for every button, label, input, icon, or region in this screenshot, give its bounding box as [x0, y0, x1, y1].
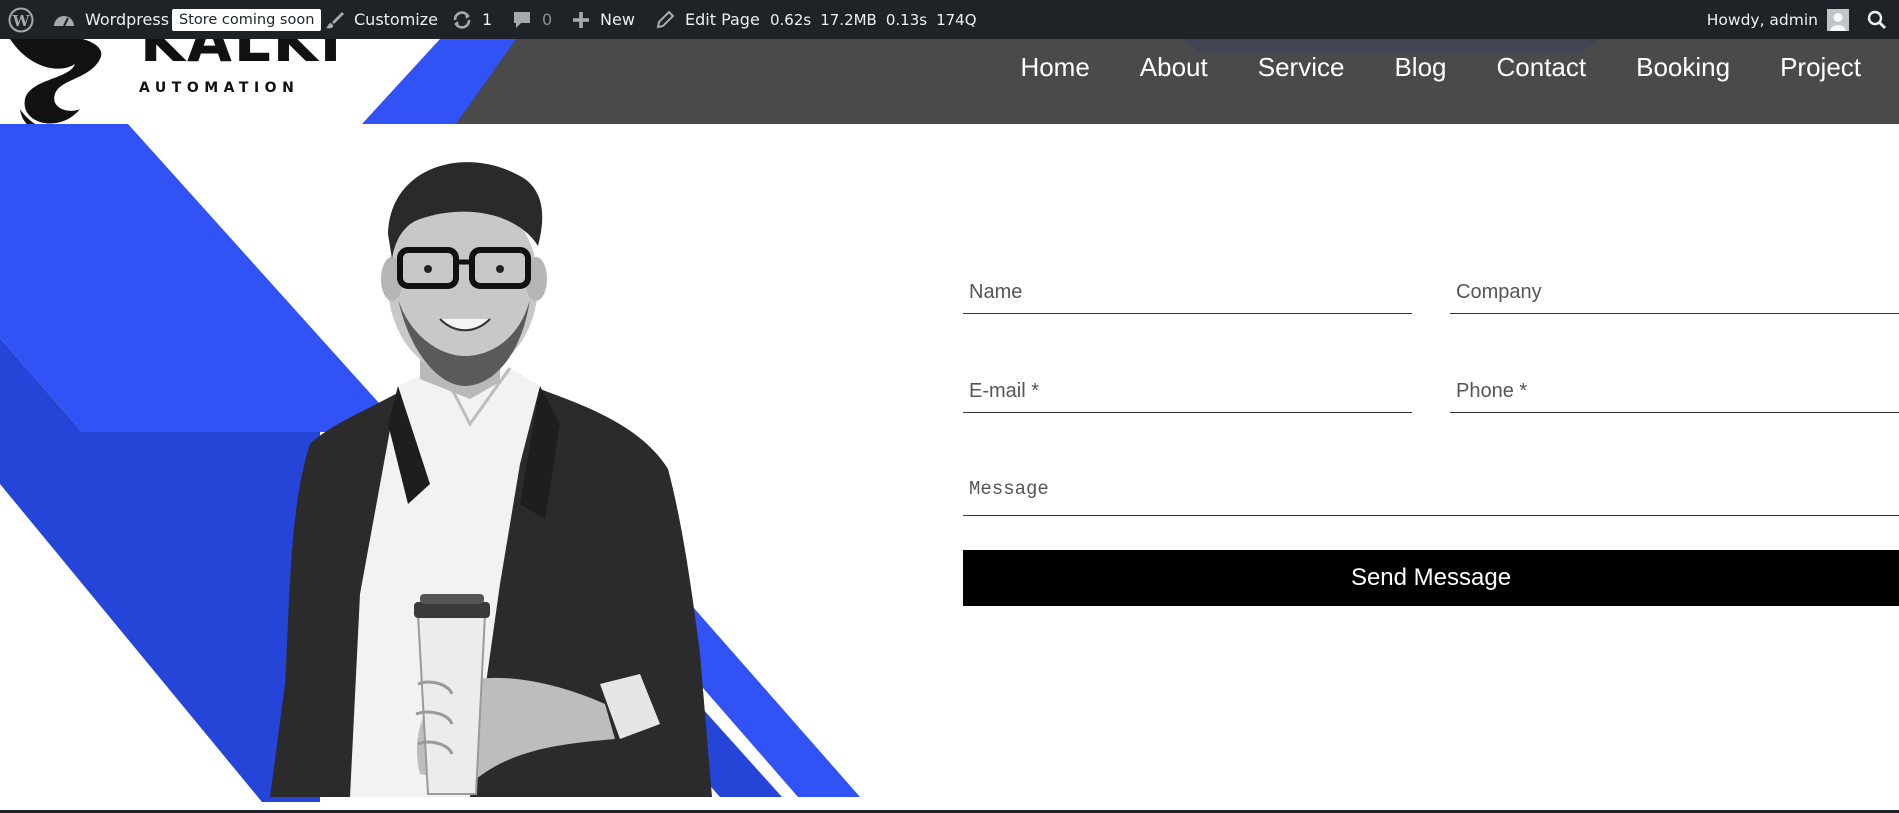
- brush-icon: [325, 10, 345, 30]
- perf-time: 0.62s: [770, 10, 812, 29]
- customize-label: Customize: [354, 10, 438, 29]
- howdy-label: Howdy, admin: [1706, 10, 1818, 29]
- nav-contact[interactable]: Contact: [1497, 52, 1587, 83]
- my-account-menu[interactable]: Howdy, admin: [1707, 0, 1849, 39]
- site-name-menu[interactable]: Wordpress: [52, 0, 169, 39]
- message-field[interactable]: [963, 468, 1899, 516]
- logo-wordmark: KALKI: [140, 39, 344, 75]
- svg-text:W: W: [12, 12, 31, 30]
- updates-count: 1: [482, 10, 493, 29]
- email-field[interactable]: [963, 371, 1412, 413]
- dashboard-icon: [52, 10, 76, 30]
- send-message-button[interactable]: Send Message: [963, 550, 1899, 606]
- wordpress-logo-menu[interactable]: W: [8, 0, 34, 39]
- person-illustration: [270, 162, 712, 797]
- wp-admin-bar: W Wordpress Store coming soon Customize: [0, 0, 1899, 39]
- company-field[interactable]: [1450, 272, 1899, 314]
- phone-field[interactable]: [1450, 371, 1899, 413]
- site-name-label: Wordpress: [85, 10, 170, 29]
- edit-page-menu[interactable]: Edit Page: [656, 0, 760, 39]
- nav-service[interactable]: Service: [1258, 52, 1345, 83]
- site-header: KALKI AUTOMATION Home About Service Blog…: [0, 39, 1899, 124]
- updates-icon: [451, 10, 473, 30]
- perf-queries: 174Q: [936, 10, 977, 29]
- new-content-menu[interactable]: New: [572, 0, 635, 39]
- customize-menu[interactable]: Customize: [325, 0, 438, 39]
- edit-page-label: Edit Page: [685, 10, 760, 29]
- nav-project[interactable]: Project: [1780, 52, 1861, 83]
- nav-booking[interactable]: Booking: [1636, 52, 1730, 83]
- perf-memory: 17.2MB: [820, 10, 877, 29]
- nav-blog[interactable]: Blog: [1394, 52, 1446, 83]
- store-badge-label: Store coming soon: [172, 8, 322, 31]
- comment-icon: [512, 10, 532, 30]
- nav-about[interactable]: About: [1140, 52, 1208, 83]
- updates-menu[interactable]: 1: [451, 0, 492, 39]
- hero-graphic: [0, 124, 860, 802]
- wordpress-icon: W: [8, 7, 34, 33]
- main-navigation: Home About Service Blog Contact Booking …: [970, 39, 1899, 95]
- pencil-icon: [656, 10, 675, 29]
- plus-icon: [572, 11, 590, 29]
- search-toggle[interactable]: [1867, 0, 1887, 39]
- store-coming-soon-badge[interactable]: Store coming soon: [172, 0, 322, 39]
- perf-query-time: 0.13s: [885, 10, 928, 29]
- user-icon: [1827, 8, 1849, 31]
- avatar: [1827, 8, 1849, 31]
- comments-count: 0: [542, 10, 553, 29]
- blue-shape-large: [0, 124, 405, 432]
- query-monitor-menu[interactable]: 0.62s 17.2MB 0.13s 174Q: [770, 0, 977, 39]
- name-field[interactable]: [963, 272, 1412, 314]
- search-icon: [1867, 10, 1887, 30]
- nav-home[interactable]: Home: [1020, 52, 1089, 83]
- logo-subtitle: AUTOMATION: [139, 80, 300, 96]
- comments-menu[interactable]: 0: [512, 0, 552, 39]
- logo-icon: [10, 39, 102, 124]
- new-label: New: [600, 10, 635, 29]
